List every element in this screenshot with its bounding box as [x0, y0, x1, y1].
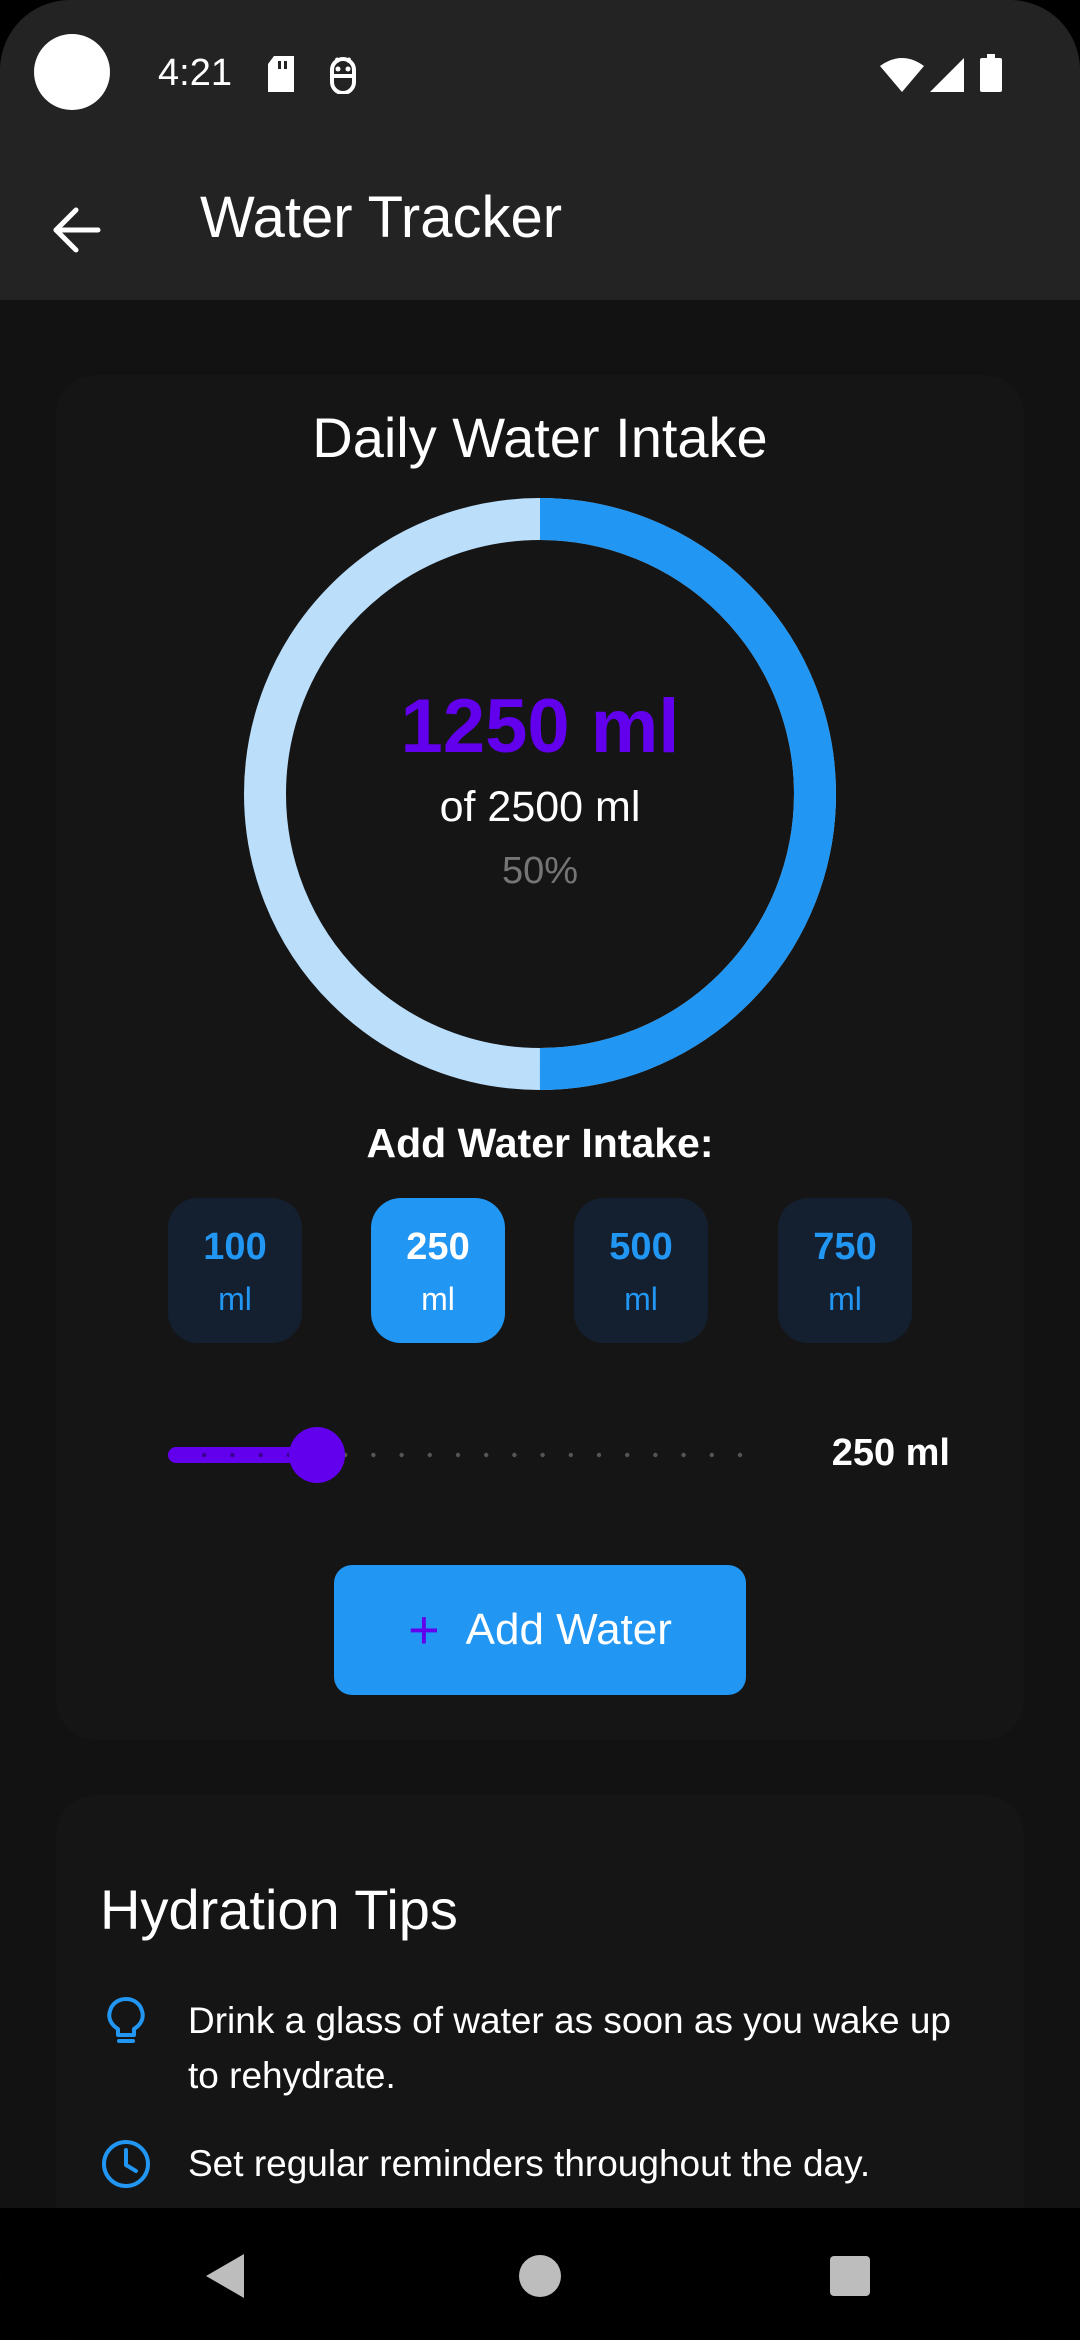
system-nav-bar: [0, 2208, 1080, 2340]
progress-percent: 50%: [501, 850, 579, 892]
amount-chip-750[interactable]: 750 ml: [778, 1198, 912, 1343]
amount-chip-500[interactable]: 500 ml: [574, 1198, 708, 1343]
tips-title: Hydration Tips: [100, 1878, 458, 1941]
wifi-icon: [880, 58, 924, 97]
status-bar: 4:21: [0, 0, 1080, 150]
slider-thumb: [289, 1427, 345, 1483]
progress-center: 1250 ml of 2500 ml 50%: [244, 498, 836, 1090]
lightbulb-icon: [107, 1997, 145, 2043]
slider-tick: [371, 1452, 376, 1458]
plus-icon: +: [408, 1600, 440, 1660]
add-water-button[interactable]: + Add Water: [334, 1565, 746, 1695]
slider-tick: [681, 1452, 686, 1458]
slider-tick: [455, 1452, 461, 1458]
slider-tick: [484, 1452, 489, 1458]
chip-unit: ml: [624, 1281, 658, 1317]
add-water-label: Add Water: [465, 1605, 672, 1654]
slider-tick: [596, 1452, 602, 1458]
chip-unit: ml: [421, 1281, 455, 1317]
clock-icon: [102, 2140, 150, 2188]
slider-tick: [202, 1452, 207, 1458]
slider-tick: [737, 1452, 743, 1458]
back-button[interactable]: [36, 190, 116, 270]
battery-icon: [980, 54, 1002, 97]
add-intake-label: Add Water Intake:: [366, 1120, 714, 1166]
phone-screen: 4:21 Water Tracker Daily Water Intake 12…: [0, 0, 1080, 2340]
chip-value: 750: [813, 1226, 877, 1268]
sd-card-icon: [266, 56, 296, 97]
chip-value: 500: [609, 1226, 673, 1268]
chip-value: 250: [406, 1226, 470, 1268]
tip-text: Set regular reminders throughout the day…: [188, 2143, 871, 2184]
amount-chip-100[interactable]: 100 ml: [168, 1198, 302, 1343]
slider-value: 250 ml: [831, 1432, 950, 1474]
amount-slider[interactable]: [160, 1420, 760, 1490]
app-bar: Water Tracker: [0, 150, 1080, 300]
home-circle-icon[interactable]: [510, 2246, 570, 2306]
slider-tick: [709, 1452, 714, 1458]
amount-chip-250[interactable]: 250 ml: [371, 1198, 505, 1343]
chip-unit: ml: [828, 1281, 862, 1317]
current-intake: 1250 ml: [400, 684, 680, 769]
slider-tick: [653, 1452, 658, 1458]
page-title: Water Tracker: [200, 185, 563, 250]
slider-tick: [230, 1452, 235, 1458]
slider-tick: [427, 1452, 432, 1458]
camera-cutout: [34, 34, 110, 110]
goal-intake: of 2500 ml: [439, 783, 641, 831]
android-debug-icon: [326, 56, 360, 99]
slider-tick: [258, 1452, 263, 1458]
signal-icon: [930, 58, 964, 97]
slider-tick: [399, 1452, 404, 1458]
tip-text: Drink a glass of water as soon as you wa…: [188, 2000, 951, 2096]
slider-tick: [625, 1452, 630, 1458]
slider-tick: [568, 1452, 573, 1458]
back-triangle-icon[interactable]: [196, 2246, 256, 2306]
slider-tick: [512, 1452, 517, 1458]
intake-card-title: Daily Water Intake: [312, 406, 768, 469]
status-time: 4:21: [158, 52, 232, 94]
recents-square-icon[interactable]: [820, 2246, 880, 2306]
slider-tick: [540, 1452, 545, 1458]
arrow-back-icon: [53, 207, 101, 253]
chip-value: 100: [203, 1226, 267, 1268]
chip-unit: ml: [218, 1281, 252, 1317]
